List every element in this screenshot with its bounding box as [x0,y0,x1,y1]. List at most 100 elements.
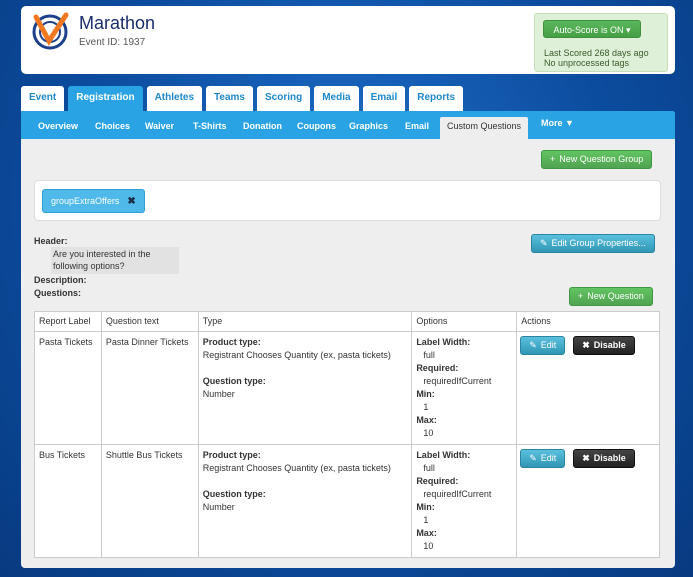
edit-button[interactable]: ✎ Edit [520,336,566,355]
report-label-cell: Bus Tickets [34,444,102,558]
type-cell: Product type: Registrant Chooses Quantit… [197,444,413,558]
subtab-waiver[interactable]: Waiver [139,117,180,139]
disable-button[interactable]: ✖ Disable [573,449,635,468]
min-label: Min: [416,502,435,512]
event-logo-icon [30,11,70,51]
chevron-down-icon: ▾ [626,25,631,35]
pencil-icon: ✎ [529,453,537,463]
required-label: Required: [416,476,459,486]
pencil-icon: ✎ [540,238,548,248]
subtab-coupons[interactable]: Coupons [291,117,342,139]
disable-label: Disable [593,453,626,463]
event-title: Marathon [79,13,156,33]
close-icon[interactable]: ✖ [127,196,135,207]
tab-athletes[interactable]: Athletes [146,86,203,111]
report-label-cell: Pasta Tickets [34,331,102,445]
questions-label: Questions: [34,288,82,298]
question-text-cell: Shuttle Bus Tickets [100,444,199,558]
product-type-label: Product type: [202,450,261,460]
tab-event[interactable]: Event [21,86,65,111]
min-value: 1 [423,402,429,412]
tab-email[interactable]: Email [362,86,406,111]
required-value: requiredIfCurrent [423,489,492,499]
label-width-label: Label Width: [416,337,471,347]
subtab-email[interactable]: Email [399,117,435,139]
event-header: Marathon Event ID: 1937 Auto-Score is ON… [21,6,675,74]
column-header: Actions [516,311,660,332]
subtab-tshirts[interactable]: T-Shirts [187,117,233,139]
subtab-custom-questions[interactable]: Custom Questions [440,117,529,139]
sub-tab-bar: Overview Choices Waiver T-Shirts Donatio… [21,111,675,139]
subtab-choices[interactable]: Choices [89,117,136,139]
question-type-label: Question type: [202,489,266,499]
edit-button[interactable]: ✎ Edit [520,449,566,468]
header-text-line-1: Are you interested in the [53,249,151,259]
min-value: 1 [423,515,429,525]
question-type-value: Number [202,389,235,399]
edit-group-properties-button[interactable]: ✎ Edit Group Properties... [531,234,655,253]
main-panel: Overview Choices Waiver T-Shirts Donatio… [21,111,675,568]
table-row: Pasta Tickets Pasta Dinner Tickets Produ… [34,331,660,445]
actions-cell: ✎ Edit ✖ Disable [516,331,660,445]
max-label: Max: [416,528,437,538]
autoscore-button[interactable]: Auto-Score is ON ▾ [543,20,641,38]
column-header: Report Label [34,311,102,332]
x-icon: ✖ [582,453,590,463]
last-scored-info: Last Scored 268 days ago No unprocessed … [544,48,649,68]
actions-cell: ✎ Edit ✖ Disable [516,444,660,558]
required-value: requiredIfCurrent [423,376,492,386]
product-type-value: Registrant Chooses Quantity (ex, pasta t… [202,463,391,473]
label-width-value: full [423,350,435,360]
x-icon: ✖ [582,340,590,350]
required-label: Required: [416,363,459,373]
label-width-label: Label Width: [416,450,471,460]
subtab-overview[interactable]: Overview [32,117,84,139]
column-header: Options [411,311,518,332]
min-label: Min: [416,389,435,399]
edit-label: Edit [540,453,557,463]
column-header: Question text [100,311,199,332]
tab-registration[interactable]: Registration [68,86,143,111]
autoscore-label: Auto-Score is ON [553,25,624,35]
type-cell: Product type: Registrant Chooses Quantit… [197,331,413,445]
new-question-group-label: New Question Group [559,154,644,164]
new-question-button[interactable]: + New Question [569,287,653,306]
tab-media[interactable]: Media [314,86,359,111]
tab-teams[interactable]: Teams [206,86,253,111]
question-type-label: Question type: [202,376,266,386]
product-type-value: Registrant Chooses Quantity (ex, pasta t… [202,350,391,360]
group-chip-label: groupExtraOffers [51,196,120,206]
event-id: Event ID: 1937 [79,37,146,48]
table-header-row: Report Label Question text Type Options … [34,311,660,332]
edit-label: Edit [540,340,557,350]
column-header: Type [197,311,413,332]
description-label: Description: [34,275,87,285]
product-type-label: Product type: [202,337,261,347]
plus-icon: + [550,154,556,164]
header-text-line-2: following options? [53,261,125,271]
top-tab-bar: Event Registration Athletes Teams Scorin… [21,86,467,111]
question-type-value: Number [202,502,235,512]
disable-label: Disable [593,340,626,350]
new-question-group-button[interactable]: + New Question Group [541,150,653,169]
table-row: Bus Tickets Shuttle Bus Tickets Product … [34,444,660,558]
max-value: 10 [423,541,434,551]
tab-reports[interactable]: Reports [409,86,464,111]
subtab-graphics[interactable]: Graphics [343,117,394,139]
edit-group-properties-label: Edit Group Properties... [551,238,646,248]
question-text-cell: Pasta Dinner Tickets [100,331,199,445]
header-label: Header: [34,236,68,246]
group-chip[interactable]: groupExtraOffers ✖ [42,189,145,213]
disable-button[interactable]: ✖ Disable [573,336,635,355]
subtab-more[interactable]: More ▼ [535,114,580,136]
options-cell: Label Width: full Required: requiredIfCu… [411,331,518,445]
unprocessed-tags-text: No unprocessed tags [544,58,630,68]
max-value: 10 [423,428,434,438]
header-text: Are you interested in the following opti… [51,247,179,274]
subtab-donation[interactable]: Donation [237,117,288,139]
new-question-label: New Question [587,291,644,301]
plus-icon: + [578,291,584,301]
autoscore-panel: Auto-Score is ON ▾ Last Scored 268 days … [534,13,668,72]
options-cell: Label Width: full Required: requiredIfCu… [411,444,518,558]
tab-scoring[interactable]: Scoring [256,86,311,111]
